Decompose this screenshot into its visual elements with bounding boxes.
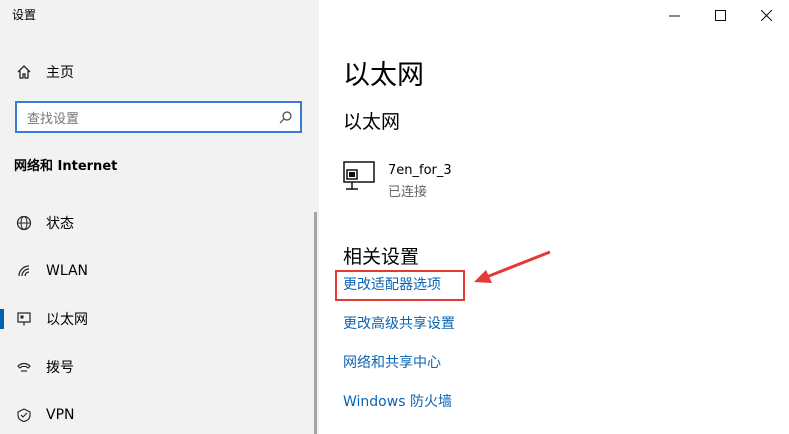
sidebar-item-label: 以太网 (46, 312, 88, 328)
sidebar-item-status[interactable]: 状态 (0, 205, 312, 241)
network-status: 已连接 (388, 185, 428, 200)
windows-firewall-link[interactable]: Windows 防火墙 (343, 391, 452, 411)
sidebar-item-ethernet[interactable]: 以太网 (0, 301, 312, 337)
search-input[interactable]: 查找设置 (15, 101, 302, 133)
sidebar-item-label: 拨号 (46, 360, 74, 376)
network-sharing-center-link[interactable]: 网络和共享中心 (343, 352, 441, 372)
sidebar-item-vpn[interactable]: VPN (0, 397, 312, 433)
annotation-highlight-box (335, 270, 465, 301)
minimize-button[interactable] (651, 0, 697, 30)
wifi-icon (16, 263, 32, 279)
section-title: 以太网 (343, 111, 401, 133)
annotation-arrow-icon (474, 250, 551, 283)
sidebar-item-label: VPN (46, 407, 75, 423)
maximize-button[interactable] (697, 0, 743, 30)
sidebar-item-label: WLAN (46, 263, 89, 279)
network-name[interactable]: 7en_for_3 (388, 163, 452, 178)
search-placeholder: 查找设置 (27, 111, 80, 127)
home-nav-item[interactable]: 主页 (16, 60, 74, 84)
search-icon[interactable] (279, 110, 292, 124)
window-title: 设置 (12, 8, 37, 22)
minimize-icon (668, 15, 680, 16)
sidebar: 设置 主页 查找设置 网络和 Internet 状态 WLAN 以太网 拨号 V… (0, 0, 319, 434)
selection-indicator (0, 309, 4, 329)
sidebar-item-wlan[interactable]: WLAN (0, 253, 312, 289)
vpn-icon (16, 407, 32, 423)
close-button[interactable] (743, 0, 789, 30)
change-advanced-sharing-link[interactable]: 更改高级共享设置 (343, 313, 455, 333)
sidebar-item-dialup[interactable]: 拨号 (0, 349, 312, 385)
ethernet-icon (16, 311, 32, 327)
related-settings-heading: 相关设置 (343, 246, 420, 268)
globe-icon (16, 215, 32, 231)
sidebar-item-label: 状态 (46, 216, 74, 232)
home-label: 主页 (46, 65, 74, 81)
sidebar-scrollbar[interactable] (314, 212, 317, 434)
page-title: 以太网 (343, 60, 424, 91)
window-controls (651, 0, 789, 30)
category-heading: 网络和 Internet (14, 159, 118, 174)
maximize-icon (714, 9, 726, 21)
dialup-icon (16, 359, 32, 375)
home-icon (17, 65, 31, 79)
ethernet-network-icon[interactable] (343, 161, 377, 191)
close-icon (760, 9, 772, 21)
